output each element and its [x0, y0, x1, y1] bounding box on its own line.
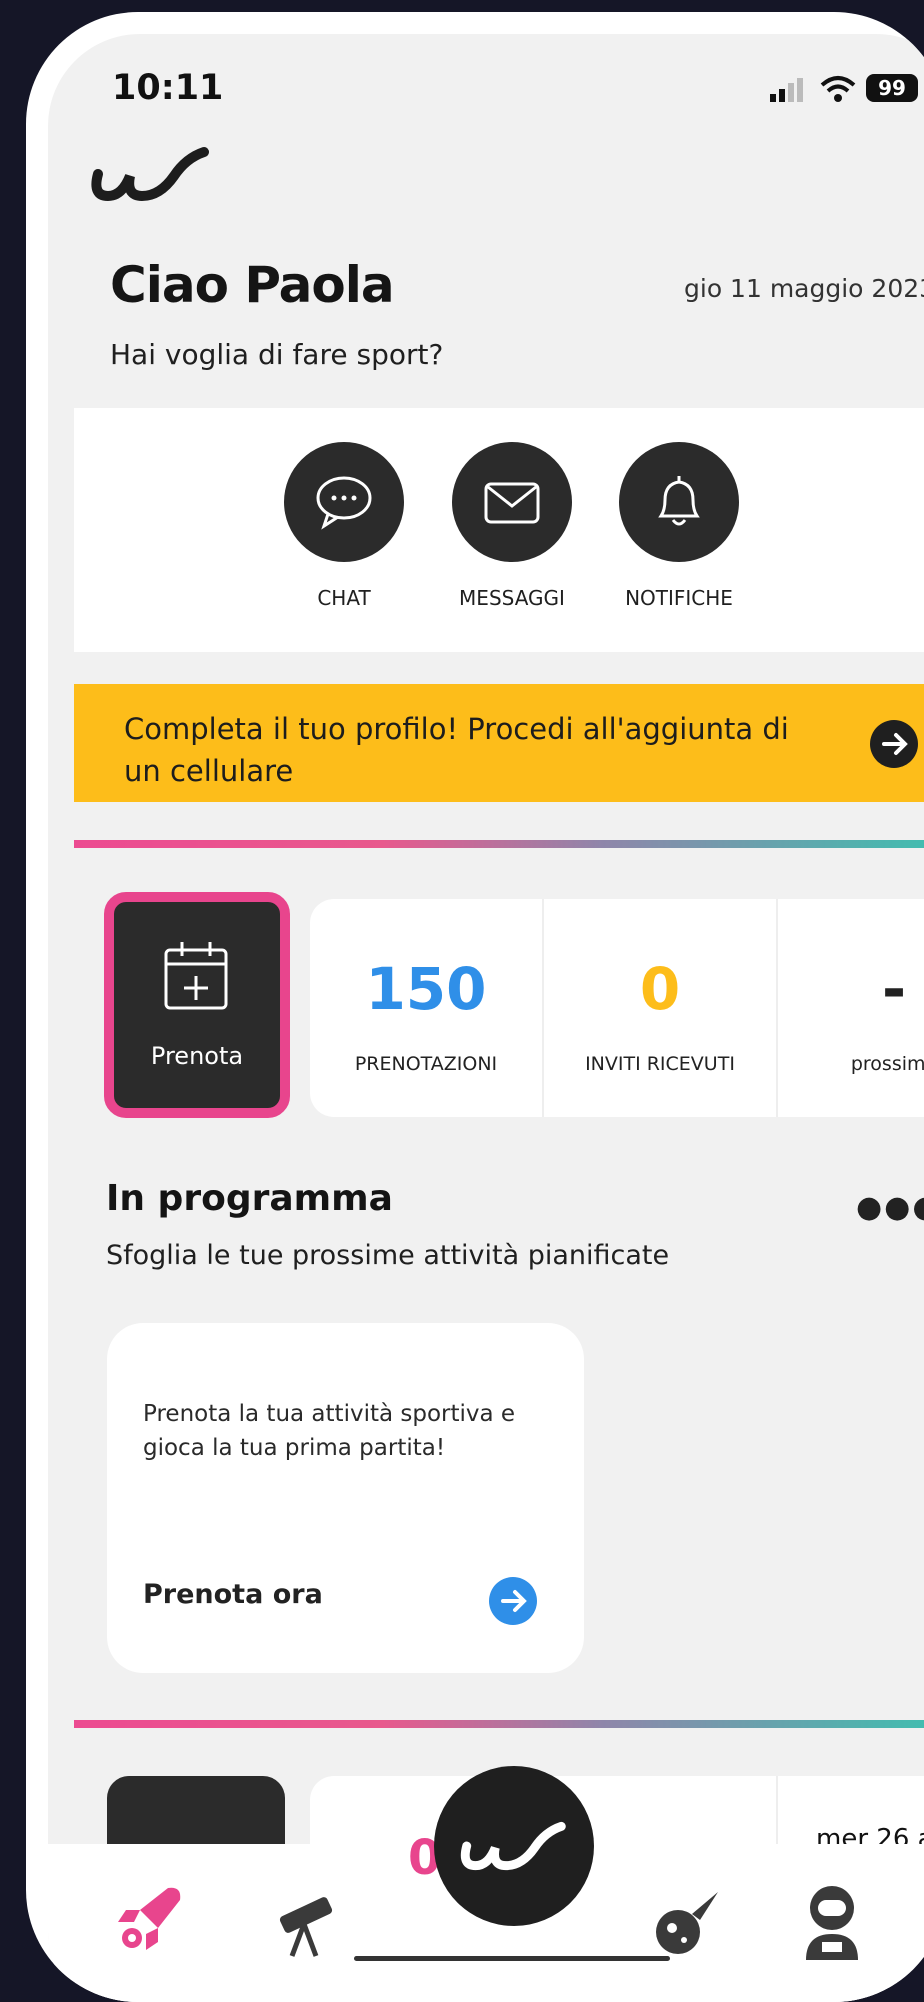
empty-program-card[interactable]: Prenota la tua attività sportiva e gioca… [107, 1323, 584, 1673]
stat-label: INVITI RICEVUTI [585, 1053, 735, 1075]
greeting-title: Ciao Paola [110, 256, 395, 314]
astronaut-icon [806, 1886, 858, 1960]
calendar-plus-icon [164, 942, 228, 1010]
chat-label: CHAT [317, 586, 371, 610]
stat-label: prossima [850, 1053, 924, 1075]
arrow-right-icon[interactable] [489, 1577, 537, 1625]
signal-icon [768, 76, 812, 108]
status-time: 10:11 [112, 68, 224, 108]
section-title: In programma [106, 1178, 393, 1219]
phone-frame: 10:11 99 Ciao Paola gio 11 maggio 2023 H… [26, 12, 924, 2002]
card-text: Prenota la tua attività sportiva e gioca… [143, 1401, 516, 1461]
battery-level: 99 [878, 76, 906, 100]
chat-bubble-icon [316, 476, 372, 530]
envelope-icon [484, 482, 540, 524]
complete-profile-banner[interactable]: Completa il tuo profilo! Procedi all'agg… [74, 684, 924, 802]
telescope-icon [279, 1897, 333, 1957]
section-subtitle: Sfoglia le tue prossime attività pianifi… [106, 1240, 670, 1271]
center-action-button[interactable] [434, 1766, 594, 1926]
book-now-link[interactable]: Prenota ora [143, 1579, 323, 1610]
gradient-divider [74, 1720, 924, 1728]
comet-icon [656, 1892, 718, 1954]
app-logo [86, 134, 216, 218]
more-options-icon[interactable]: ●●● [856, 1190, 924, 1225]
bell-icon [658, 476, 700, 526]
notifications-button[interactable] [619, 442, 739, 562]
stat-label: PRENOTAZIONI [354, 1053, 498, 1075]
greeting-subtitle: Hai voglia di fare sport? [110, 338, 444, 371]
stat-value: 0 [639, 955, 681, 1023]
stat-bookings[interactable]: 150 PRENOTAZIONI [310, 899, 542, 1117]
stats-strip: 150 PRENOTAZIONI 0 INVITI RICEVUTI - pro… [310, 899, 924, 1117]
gradient-divider [74, 840, 924, 848]
wifi-icon [818, 74, 858, 108]
arrow-right-icon[interactable] [870, 720, 918, 768]
stat-value: 150 [365, 955, 487, 1023]
prenota-label: Prenota [150, 1042, 244, 1070]
app-screen: 10:11 99 Ciao Paola gio 11 maggio 2023 H… [48, 34, 924, 2002]
stat-next[interactable]: - prossima [778, 899, 924, 1117]
tab-profile[interactable] [792, 1880, 872, 1968]
home-indicator [354, 1956, 670, 1961]
stat-value: - [881, 955, 907, 1023]
notifications-label: NOTIFICHE [625, 586, 733, 610]
header-date: gio 11 maggio 2023 [684, 274, 924, 303]
rocket-icon [118, 1887, 181, 1950]
messages-button[interactable] [452, 442, 572, 562]
battery-icon: 99 [866, 74, 918, 102]
chat-button[interactable] [284, 442, 404, 562]
tab-explore[interactable] [266, 1884, 346, 1968]
quick-actions-panel: CHAT MESSAGGI NOTIFICHE [74, 408, 924, 652]
prenota-button[interactable]: Prenota [104, 892, 290, 1118]
stat-invites[interactable]: 0 INVITI RICEVUTI [544, 899, 776, 1117]
messages-label: MESSAGGI [459, 586, 565, 610]
banner-text: Completa il tuo profilo! Procedi all'agg… [124, 712, 789, 788]
tab-home[interactable] [108, 1880, 188, 1964]
logo-icon [460, 1821, 566, 1871]
